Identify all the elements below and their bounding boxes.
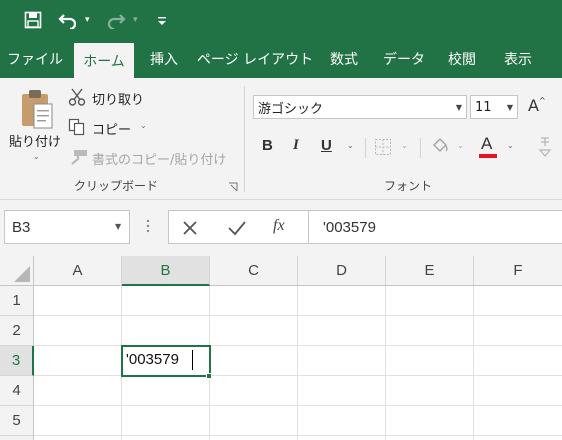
text-cursor (192, 350, 193, 370)
copy-dropdown-icon[interactable]: ⌄ (140, 121, 147, 130)
resize-handle-icon[interactable] (146, 216, 150, 236)
formula-bar-area: B3 ▼ fx '003579 (0, 200, 562, 256)
row-header-1[interactable]: 1 (0, 286, 34, 316)
format-painter-icon (68, 148, 88, 166)
gridline (34, 375, 562, 376)
borders-dropdown-icon[interactable]: ⌄ (401, 141, 408, 150)
gridline (34, 315, 562, 316)
copy-button[interactable]: コピー (92, 119, 131, 138)
separator (420, 138, 421, 158)
insert-function-icon[interactable]: fx (273, 217, 285, 235)
dialog-launcher-icon[interactable] (228, 181, 238, 192)
enter-icon[interactable] (227, 219, 247, 240)
quick-access-toolbar: ▾ ▾ (0, 0, 562, 40)
tab-view[interactable]: 表示 (494, 40, 542, 78)
customize-qat-icon[interactable] (155, 0, 169, 40)
underline-button[interactable]: U (321, 137, 332, 154)
tab-review[interactable]: 校閲 (438, 40, 486, 78)
tab-insert[interactable]: 挿入 (140, 40, 188, 78)
worksheet-grid: A B C D E F 1 2 3 4 5 '003579 (0, 256, 562, 440)
row-header-3[interactable]: 3 (0, 346, 34, 376)
formula-input-value: '003579 (323, 219, 376, 236)
clipboard-group-label: クリップボード (74, 179, 159, 193)
row-header-5[interactable]: 5 (0, 406, 34, 436)
font-size-combo[interactable]: 11 ▼ (470, 95, 518, 119)
paste-dropdown-icon[interactable]: ⌄ (33, 152, 40, 161)
column-header-e[interactable]: E (386, 256, 474, 286)
underline-dropdown-icon[interactable]: ⌄ (347, 141, 354, 150)
cut-icon (68, 88, 86, 106)
font-color-button[interactable]: A (481, 134, 492, 154)
name-box[interactable]: B3 ▼ (4, 210, 130, 244)
row-header-4[interactable]: 4 (0, 376, 34, 406)
gridline (34, 405, 562, 406)
italic-button[interactable]: I (293, 137, 299, 154)
tab-home[interactable]: ホーム (74, 43, 134, 78)
redo-dropdown-icon[interactable]: ▾ (133, 0, 138, 40)
font-group-label: フォント (384, 179, 433, 193)
gridline (34, 345, 562, 346)
copy-icon (68, 118, 86, 136)
font-color-dropdown-icon[interactable]: ⌄ (507, 141, 514, 150)
redo-icon[interactable] (104, 0, 128, 40)
fill-color-icon[interactable] (430, 136, 450, 156)
font-name-value: 游ゴシック (258, 101, 324, 117)
gridline (473, 286, 474, 440)
gridline (385, 286, 386, 440)
chevron-down-icon: ▼ (506, 102, 514, 112)
formula-buttons: fx (168, 210, 308, 244)
font-color-bar (479, 154, 497, 158)
font-size-value: 11 (475, 99, 492, 115)
tab-formulas[interactable]: 数式 (320, 40, 368, 78)
fill-handle[interactable] (206, 373, 212, 379)
formula-input[interactable]: '003579 (308, 210, 562, 244)
paste-button-label[interactable]: 貼り付け (9, 131, 61, 150)
column-header-f[interactable]: F (474, 256, 562, 286)
fill-color-dropdown-icon[interactable]: ⌄ (457, 141, 464, 150)
phonetic-guide-icon[interactable] (538, 136, 552, 158)
ribbon-tab-bar: ファイル ホーム 挿入 ページ レイアウト 数式 データ 校閲 表示 (0, 40, 562, 78)
increase-font-size-label: A (528, 96, 539, 115)
column-header-d[interactable]: D (298, 256, 386, 286)
cancel-icon[interactable] (181, 219, 199, 240)
separator (365, 138, 366, 158)
tab-file[interactable]: ファイル (2, 40, 68, 78)
undo-dropdown-icon[interactable]: ▾ (85, 0, 90, 40)
row-header-6[interactable] (0, 436, 34, 440)
chevron-down-icon: ▼ (115, 222, 122, 231)
column-header-a[interactable]: A (34, 256, 122, 286)
save-icon[interactable] (20, 0, 46, 40)
bold-button[interactable]: B (262, 137, 273, 154)
format-painter-button[interactable]: 書式のコピー/貼り付け (92, 149, 226, 168)
ribbon-home: 貼り付け ⌄ 切り取り コピー ⌄ 書式のコピー/貼り付け クリップボード 游ゴ… (0, 78, 562, 200)
group-separator (244, 86, 245, 192)
undo-icon[interactable] (56, 0, 80, 40)
gridline (34, 435, 562, 436)
font-name-combo[interactable]: 游ゴシック ▼ (253, 95, 467, 119)
cell-b3-value: '003579 (126, 351, 179, 368)
gridline (297, 286, 298, 440)
column-header-b[interactable]: B (122, 256, 210, 286)
chevron-down-icon: ▼ (455, 102, 463, 112)
row-header-2[interactable]: 2 (0, 316, 34, 346)
column-header-c[interactable]: C (210, 256, 298, 286)
active-cell-b3[interactable]: '003579 (121, 345, 211, 377)
increase-font-size-icon[interactable]: A^ (528, 96, 546, 115)
paste-icon[interactable] (18, 88, 56, 132)
select-all-button[interactable] (0, 256, 34, 286)
borders-icon[interactable] (374, 138, 392, 156)
cut-button[interactable]: 切り取り (92, 89, 144, 108)
name-box-value: B3 (12, 219, 31, 236)
tab-data[interactable]: データ (376, 40, 432, 78)
tab-page-layout[interactable]: ページ レイアウト (196, 40, 314, 78)
